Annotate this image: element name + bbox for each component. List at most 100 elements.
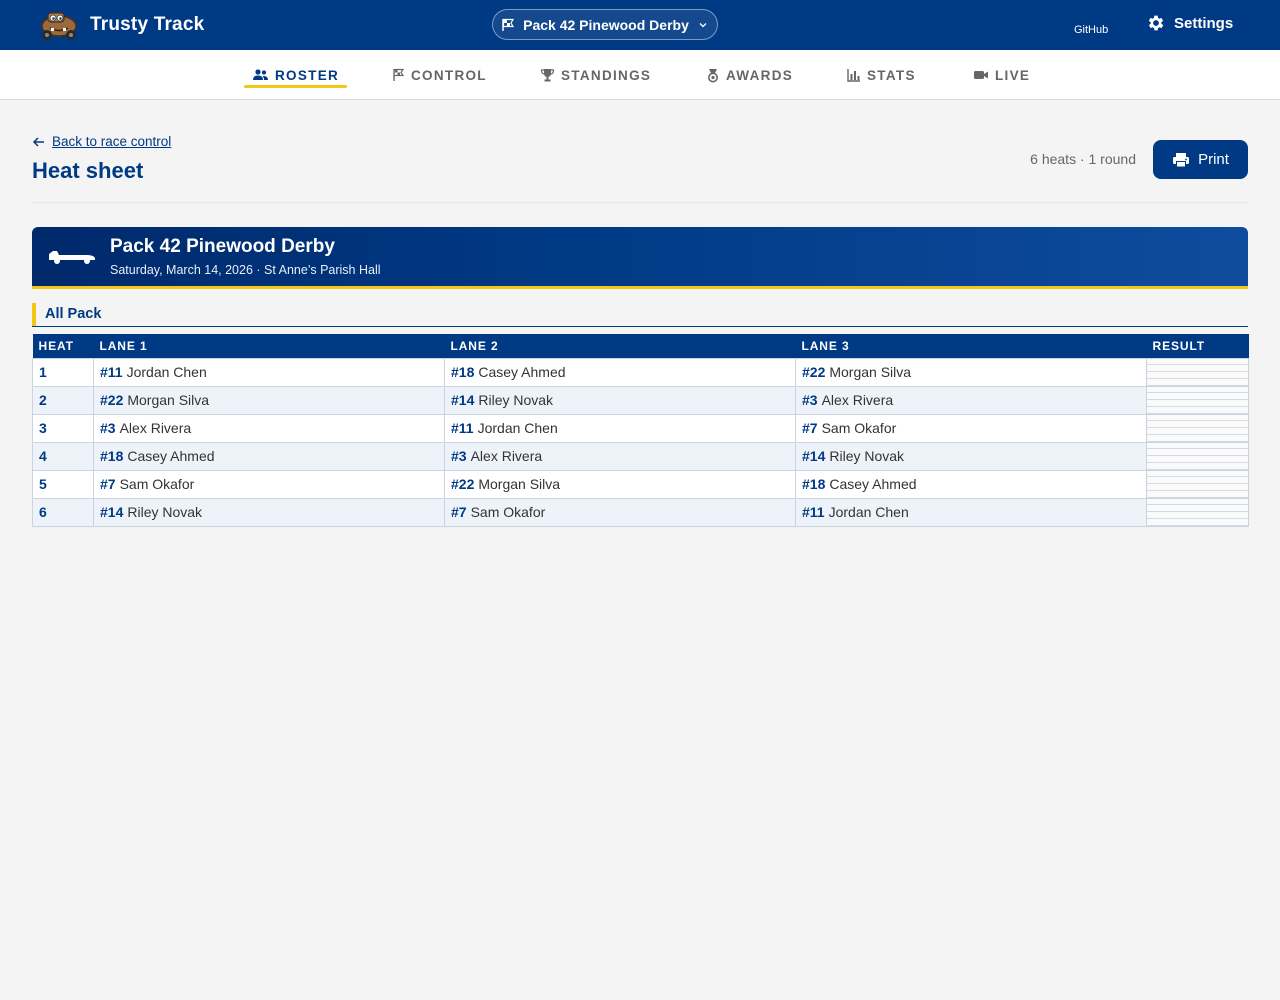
car-number: #22 xyxy=(802,364,826,380)
event-subtitle: Saturday, March 14, 2026 · St Anne’s Par… xyxy=(110,263,381,277)
event-banner: Pack 42 Pinewood Derby Saturday, March 1… xyxy=(32,227,1248,289)
result-cell[interactable] xyxy=(1146,385,1249,415)
video-icon xyxy=(974,71,988,79)
car-number: #18 xyxy=(100,448,124,464)
result-cell[interactable] xyxy=(1146,441,1249,471)
car-number: #14 xyxy=(802,448,826,464)
lane-3-cell: #11 Jordan Chen xyxy=(795,497,1147,527)
racer-name: Sam Okafor xyxy=(119,476,195,492)
lane-1-cell: #18 Casey Ahmed xyxy=(93,441,445,471)
heat-table-body: 1 #11 Jordan Chen #18 Casey Ahmed #22 Morgan S… xyxy=(32,357,1249,527)
result-cell[interactable] xyxy=(1146,413,1249,443)
print-label: Print xyxy=(1198,151,1229,168)
car-number: #3 xyxy=(802,392,818,408)
result-cell[interactable] xyxy=(1146,469,1249,499)
app-bar: Trusty Track Pack 42 Pinewood Derby GitH… xyxy=(0,0,1280,50)
pinewood-car-icon xyxy=(49,251,95,264)
trophy-icon xyxy=(540,69,555,82)
car-number: #11 xyxy=(100,364,123,380)
tab-control[interactable]: CONTROL xyxy=(392,50,487,100)
column-header-lane-2: LANE 2 xyxy=(444,334,796,358)
back-link-label: Back to race control xyxy=(52,134,172,149)
heat-number: 1 xyxy=(32,357,94,387)
car-number: #22 xyxy=(100,392,124,408)
tab-stats[interactable]: STATS xyxy=(847,50,916,100)
racer-name: Riley Novak xyxy=(829,448,905,464)
lane-3-cell: #3 Alex Rivera xyxy=(795,385,1147,415)
car-number: #3 xyxy=(100,420,116,436)
racer-name: Jordan Chen xyxy=(828,504,909,520)
car-number: #11 xyxy=(451,420,474,436)
header-divider xyxy=(32,202,1248,203)
car-number: #18 xyxy=(451,364,475,380)
tab-stats-label: STATS xyxy=(867,67,916,83)
heat-summary: 6 heats · 1 round xyxy=(1030,151,1136,167)
settings-button[interactable]: Settings xyxy=(1146,13,1233,33)
table-row: 1 #11 Jordan Chen #18 Casey Ahmed #22 Morgan S… xyxy=(32,357,1249,387)
racer-name: Morgan Silva xyxy=(829,364,912,380)
lane-2-cell: #11 Jordan Chen xyxy=(444,413,796,443)
table-row: 4 #18 Casey Ahmed #3 Alex Rivera #14 Riley Nov… xyxy=(32,441,1249,471)
lane-3-cell: #14 Riley Novak xyxy=(795,441,1147,471)
lane-1-cell: #7 Sam Okafor xyxy=(93,469,445,499)
racer-name: Morgan Silva xyxy=(478,476,561,492)
lane-3-cell: #7 Sam Okafor xyxy=(795,413,1147,443)
car-number: #3 xyxy=(451,448,467,464)
column-header-lane-1: LANE 1 xyxy=(93,334,445,358)
car-number: #14 xyxy=(451,392,475,408)
brand-home-link[interactable]: Trusty Track xyxy=(38,8,204,42)
tab-live[interactable]: LIVE xyxy=(973,50,1030,100)
back-to-race-control-link[interactable]: Back to race control xyxy=(32,134,171,149)
result-cell[interactable] xyxy=(1146,497,1249,527)
event-selector[interactable]: Pack 42 Pinewood Derby xyxy=(492,9,718,40)
result-write-in-lines xyxy=(1147,414,1248,442)
lane-2-cell: #7 Sam Okafor xyxy=(444,497,796,527)
checkered-flag-icon xyxy=(502,18,515,31)
lane-2-cell: #3 Alex Rivera xyxy=(444,441,796,471)
car-number: #7 xyxy=(802,420,818,436)
racer-name: Casey Ahmed xyxy=(127,448,215,464)
heat-table: HEAT LANE 1 LANE 2 LANE 3 RESULT 1 #11 Jor… xyxy=(32,334,1249,527)
table-row: 6 #14 Riley Novak #7 Sam Okafor #11 Jordan Che… xyxy=(32,497,1249,527)
tab-awards[interactable]: AWARDS xyxy=(706,50,793,100)
car-number: #18 xyxy=(802,476,826,492)
car-number: #7 xyxy=(451,504,467,520)
table-row: 2 #22 Morgan Silva #14 Riley Novak #3 Alex Riv… xyxy=(32,385,1249,415)
racer-name: Casey Ahmed xyxy=(478,364,566,380)
racer-name: Jordan Chen xyxy=(477,420,558,436)
lane-1-cell: #22 Morgan Silva xyxy=(93,385,445,415)
tab-standings[interactable]: STANDINGS xyxy=(540,50,651,100)
racer-name: Alex Rivera xyxy=(821,392,894,408)
people-icon xyxy=(253,69,268,80)
racer-name: Jordan Chen xyxy=(126,364,207,380)
main-nav: ROSTER CONTROL STANDINGS AWARDS STATS LI… xyxy=(0,50,1280,100)
tab-roster[interactable]: ROSTER xyxy=(243,50,348,100)
heat-number: 4 xyxy=(32,441,94,471)
tab-roster-label: ROSTER xyxy=(275,67,340,83)
racer-name: Riley Novak xyxy=(127,504,203,520)
table-header-row: HEAT LANE 1 LANE 2 LANE 3 RESULT xyxy=(32,334,1249,358)
heat-number: 6 xyxy=(32,497,94,527)
lane-3-cell: #18 Casey Ahmed xyxy=(795,469,1147,499)
arrow-left-icon xyxy=(32,136,44,147)
printer-icon xyxy=(1173,152,1190,167)
result-cell[interactable] xyxy=(1146,357,1249,387)
event-name: Pack 42 Pinewood Derby xyxy=(110,236,335,257)
print-button[interactable]: Print xyxy=(1153,140,1248,179)
github-link[interactable]: GitHub xyxy=(1074,24,1108,36)
app-title: Trusty Track xyxy=(90,14,205,35)
event-selector-label: Pack 42 Pinewood Derby xyxy=(523,16,689,33)
bar-chart-icon xyxy=(847,69,860,82)
result-write-in-lines xyxy=(1147,470,1248,498)
result-write-in-lines xyxy=(1147,442,1248,470)
lane-2-cell: #22 Morgan Silva xyxy=(444,469,796,499)
racer-name: Morgan Silva xyxy=(127,392,210,408)
car-number: #14 xyxy=(100,504,124,520)
lane-1-cell: #11 Jordan Chen xyxy=(93,357,445,387)
lane-2-cell: #18 Casey Ahmed xyxy=(444,357,796,387)
lane-3-cell: #22 Morgan Silva xyxy=(795,357,1147,387)
heat-number: 3 xyxy=(32,413,94,443)
settings-label: Settings xyxy=(1174,14,1234,32)
lane-2-cell: #14 Riley Novak xyxy=(444,385,796,415)
racer-name: Alex Rivera xyxy=(119,420,192,436)
